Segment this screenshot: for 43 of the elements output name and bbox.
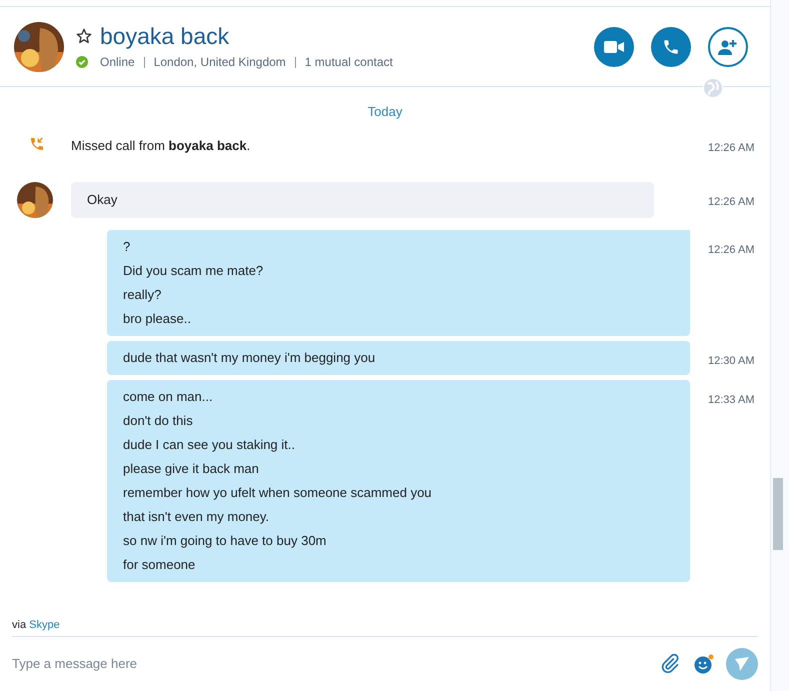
missed-call-icon	[28, 136, 44, 152]
location-text: London, United Kingdom	[154, 54, 286, 71]
send-icon	[735, 657, 749, 671]
contact-avatar	[14, 22, 64, 72]
message-text: bro please..	[123, 310, 192, 328]
message-time: 12:26 AM	[708, 140, 756, 156]
message-text: dude I can see you staking it..	[123, 436, 296, 454]
message-text: so nw i'm going to have to buy 30m	[123, 532, 328, 550]
message-text: that isn't even my money.	[123, 508, 270, 526]
phone-icon	[662, 38, 680, 56]
message-time: 12:26 AM	[708, 194, 756, 210]
mutual-contacts: 1 mutual contact	[304, 54, 393, 71]
message-text: please give it back man	[123, 460, 260, 478]
message-text: come on man...	[123, 388, 214, 406]
scrollbar-thumb[interactable]	[773, 478, 783, 550]
message-time: 12:26 AM	[708, 242, 756, 258]
missed-call-text: Missed call from boyaka back.	[71, 136, 250, 155]
date-divider: Today	[368, 103, 402, 121]
video-camera-icon	[604, 40, 624, 52]
message-text: for someone	[123, 556, 196, 574]
message-text: dude that wasn't my money i'm begging you	[123, 348, 376, 367]
via-label: via	[12, 618, 26, 630]
add-contact-button[interactable]	[708, 26, 748, 66]
add-person-icon	[718, 38, 738, 54]
message-text: don't do this	[123, 412, 194, 430]
skype-link[interactable]: Skype	[29, 618, 60, 630]
sender-avatar	[16, 182, 52, 218]
message-time: 12:33 AM	[708, 392, 756, 408]
status-text: Online	[100, 54, 135, 71]
star-icon[interactable]	[76, 28, 92, 44]
message-text: Okay	[87, 190, 118, 209]
message-text: ?	[123, 238, 132, 256]
attach-icon[interactable]	[660, 654, 680, 674]
message-text: remember how yo ufelt when someone scammed you	[123, 484, 433, 502]
message-time: 12:30 AM	[708, 354, 756, 368]
contact-name: boyaka back	[100, 22, 230, 50]
message-text: Did you scam me mate?	[123, 262, 264, 280]
video-call-button[interactable]	[594, 26, 634, 66]
audio-call-button[interactable]	[651, 26, 691, 66]
scrollbar[interactable]	[770, 0, 789, 691]
emoticon-icon[interactable]	[694, 654, 714, 674]
message-text: really?	[123, 286, 162, 304]
message-input[interactable]: Type a message here	[12, 654, 660, 674]
